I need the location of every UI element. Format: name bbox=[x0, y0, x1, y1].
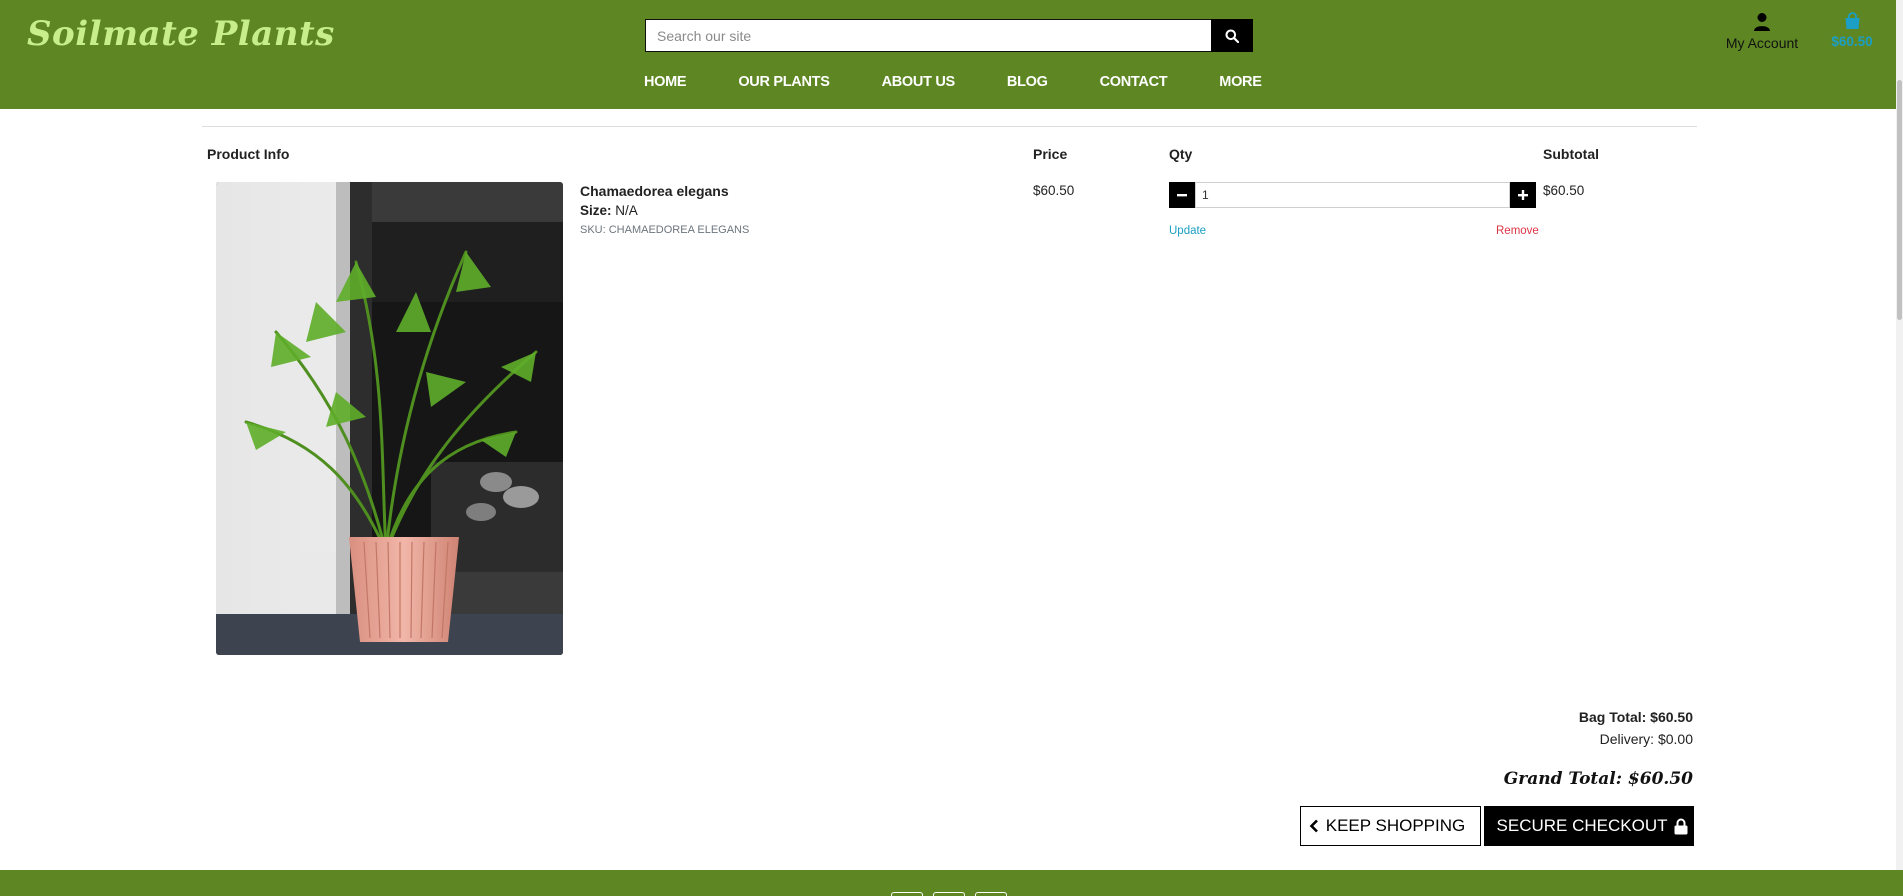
keep-shopping-label: KEEP SHOPPING bbox=[1325, 816, 1466, 835]
bag-total: Bag Total: $60.50 bbox=[1578, 709, 1693, 725]
nav-more[interactable]: MORE bbox=[1219, 74, 1262, 90]
secure-checkout-label: SECURE CHECKOUT bbox=[1496, 816, 1668, 835]
minus-icon bbox=[1177, 194, 1187, 197]
brand-logo[interactable]: Soilmate Plants bbox=[27, 14, 335, 54]
product-size-label: Size: bbox=[580, 203, 612, 218]
header-product-info: Product Info bbox=[207, 146, 290, 162]
product-size-value: N/A bbox=[615, 203, 638, 218]
nav-home[interactable]: HOME bbox=[644, 74, 687, 90]
table-divider bbox=[202, 126, 1697, 127]
quantity-input[interactable] bbox=[1195, 182, 1510, 208]
update-link[interactable]: Update bbox=[1169, 225, 1206, 237]
main-nav: HOME OUR PLANTS ABOUT US BLOG CONTACT MO… bbox=[644, 74, 1314, 90]
header-subtotal: Subtotal bbox=[1543, 146, 1599, 162]
chevron-left-icon bbox=[1309, 819, 1318, 833]
keep-shopping-button[interactable]: KEEP SHOPPING bbox=[1300, 806, 1481, 846]
instagram-icon[interactable] bbox=[933, 892, 965, 896]
increment-qty-button[interactable] bbox=[1510, 182, 1536, 208]
facebook-icon[interactable] bbox=[891, 892, 923, 896]
user-icon bbox=[1718, 12, 1806, 35]
product-price: $60.50 bbox=[1033, 183, 1075, 198]
grand-total: Grand Total: $60.50 bbox=[1503, 769, 1693, 789]
product-name: Chamaedorea elegans bbox=[580, 183, 729, 199]
plus-icon bbox=[1518, 190, 1528, 200]
bag-total-amount: $60.50 bbox=[1831, 34, 1873, 49]
header-price: Price bbox=[1033, 146, 1068, 162]
shopping-bag-link[interactable]: $60.50 bbox=[1828, 12, 1876, 49]
nav-about-us[interactable]: ABOUT US bbox=[882, 74, 956, 90]
nav-contact[interactable]: CONTACT bbox=[1100, 74, 1168, 90]
header-qty: Qty bbox=[1169, 146, 1193, 162]
nav-our-plants[interactable]: OUR PLANTS bbox=[738, 74, 830, 90]
lock-icon bbox=[1674, 818, 1688, 834]
search-icon bbox=[1225, 29, 1239, 43]
product-size: Size: N/A bbox=[580, 203, 638, 218]
decrement-qty-button[interactable] bbox=[1169, 182, 1195, 208]
quantity-stepper bbox=[1169, 182, 1536, 208]
order-totals: Bag Total: $60.50 Delivery: $0.00 Grand … bbox=[1504, 709, 1693, 789]
twitter-icon[interactable] bbox=[975, 892, 1007, 896]
delivery-cost: Delivery: $0.00 bbox=[1599, 731, 1693, 747]
search-input[interactable] bbox=[645, 19, 1211, 52]
shopping-bag-icon bbox=[1828, 12, 1876, 34]
remove-link[interactable]: Remove bbox=[1496, 225, 1539, 237]
page-scrollbar[interactable] bbox=[1896, 0, 1903, 870]
my-account-link[interactable]: My Account bbox=[1718, 12, 1806, 51]
nav-blog[interactable]: BLOG bbox=[1007, 74, 1048, 90]
site-header: Soilmate Plants HOME OUR PLANTS ABOUT US… bbox=[0, 0, 1903, 109]
scrollbar-thumb[interactable] bbox=[1897, 80, 1902, 320]
search-form bbox=[645, 19, 1253, 52]
search-button[interactable] bbox=[1211, 19, 1253, 52]
product-image bbox=[216, 182, 563, 655]
my-account-label: My Account bbox=[1725, 35, 1799, 51]
product-subtotal: $60.50 bbox=[1543, 183, 1585, 198]
secure-checkout-button[interactable]: SECURE CHECKOUT bbox=[1484, 806, 1694, 846]
site-footer bbox=[0, 870, 1903, 896]
product-sku: SKU: CHAMAEDOREA ELEGANS bbox=[580, 224, 750, 236]
